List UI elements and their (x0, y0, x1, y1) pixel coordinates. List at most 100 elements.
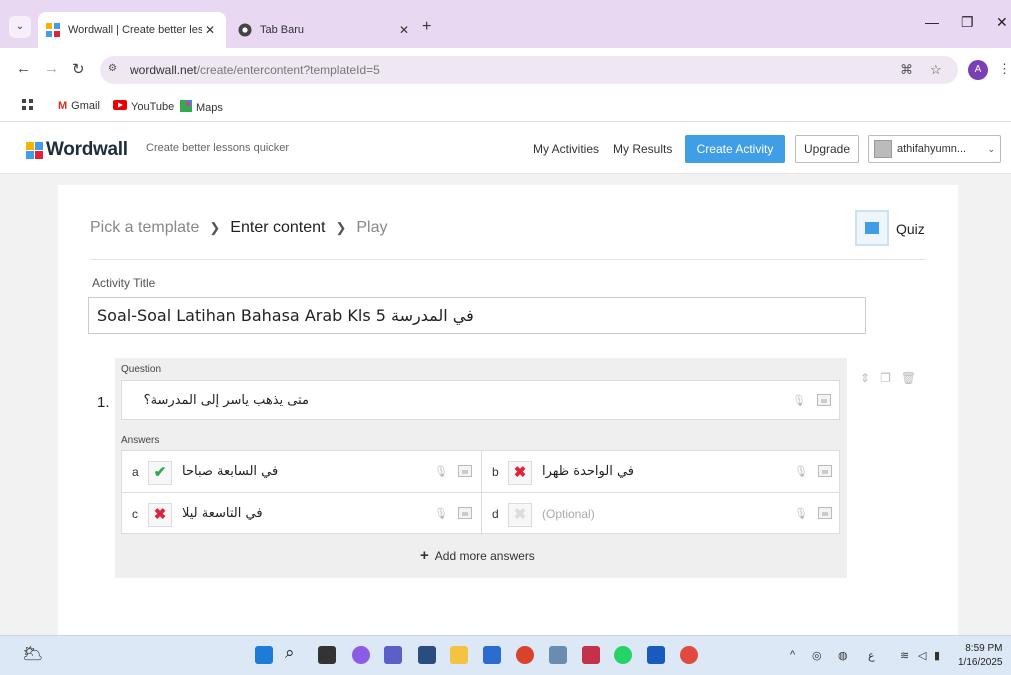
cross-icon[interactable]: ✖ (508, 503, 532, 527)
microphone-icon[interactable]: 🎙 (794, 507, 808, 520)
windows-start-icon[interactable] (255, 646, 273, 664)
wifi-icon[interactable]: ≋ (900, 649, 909, 662)
app-icon[interactable] (549, 646, 567, 664)
cross-icon[interactable]: ✖ (508, 461, 532, 485)
wordwall-logo[interactable]: Wordwall (26, 139, 128, 161)
task-view-icon[interactable] (318, 646, 336, 664)
teams-icon[interactable] (384, 646, 402, 664)
volume-icon[interactable]: ◁ (918, 649, 926, 662)
quiz-template-icon[interactable] (855, 210, 889, 246)
file-explorer-icon[interactable] (450, 646, 468, 664)
minimize-button[interactable]: — (925, 14, 939, 30)
tab-new-tab[interactable]: Tab Baru ✕ (230, 12, 420, 48)
create-activity-button[interactable]: Create Activity (685, 135, 785, 163)
bookmark-youtube[interactable]: YouTube (113, 100, 174, 113)
reorder-icon[interactable]: ⇕ (860, 371, 870, 385)
bookmark-star-icon[interactable]: ☆ (930, 62, 942, 78)
profile-avatar[interactable]: A (968, 60, 988, 80)
answer-text: في السابعة صباحا (182, 464, 279, 479)
wordwall-header: Wordwall Create better lessons quicker M… (0, 122, 1011, 174)
tab-wordwall[interactable]: Wordwall | Create better lessons ✕ (38, 12, 226, 48)
delete-icon[interactable]: 🗑 (901, 371, 916, 385)
chevron-up-icon[interactable]: ^ (790, 649, 795, 661)
microphone-icon[interactable]: 🎙 (792, 394, 806, 407)
tab-title: Wordwall | Create better lessons (68, 24, 202, 36)
restore-button[interactable]: ❐ (961, 14, 974, 31)
translate-icon[interactable]: ⌘ (900, 62, 913, 78)
answer-d[interactable]: d ✖ (Optional) 🎙 (481, 493, 840, 535)
maps-icon (180, 100, 192, 115)
question-label: Question (121, 364, 162, 375)
close-window-button[interactable]: ✕ (996, 14, 1008, 31)
cross-icon[interactable]: ✖ (148, 503, 172, 527)
image-icon[interactable] (818, 465, 832, 477)
add-more-answers-button[interactable]: + Add more answers (420, 547, 535, 564)
answer-a[interactable]: a ✔ في السابعة صباحا 🎙 (122, 451, 481, 493)
back-arrow-icon[interactable]: ← (16, 60, 31, 77)
chrome-favicon-icon (238, 23, 252, 37)
duplicate-icon[interactable]: ❐ (880, 371, 891, 385)
microphone-icon[interactable]: 🎙 (794, 465, 808, 478)
activity-title-input[interactable]: Soal-Soal Latihan Bahasa Arab Kls 5 في ا… (88, 297, 866, 334)
copilot-icon[interactable] (352, 646, 370, 664)
firefox-icon[interactable] (516, 646, 534, 664)
question-tools: ⇕ ❐ 🗑 (860, 371, 916, 385)
tab-close-icon[interactable]: ✕ (202, 23, 218, 37)
search-icon[interactable]: ⌕ (285, 643, 303, 662)
bookmark-gmail[interactable]: M Gmail (58, 100, 100, 112)
microphone-icon[interactable]: 🎙 (434, 507, 448, 520)
check-icon[interactable]: ✔ (148, 461, 172, 485)
chevron-right-icon: ❯ (209, 220, 221, 235)
tab-close-icon[interactable]: ✕ (396, 23, 412, 37)
user-avatar-icon (874, 140, 892, 158)
template-name: Quiz (896, 221, 925, 237)
step-pick-template[interactable]: Pick a template (90, 219, 199, 237)
tab-search-icon[interactable]: ⌄ (9, 16, 31, 38)
forward-arrow-icon[interactable]: → (44, 60, 59, 77)
chevron-down-icon: ⌄ (987, 143, 995, 154)
site-info-icon[interactable]: ⚙ (108, 63, 124, 77)
upgrade-button[interactable]: Upgrade (795, 135, 859, 163)
answer-b[interactable]: b ✖ في الواحدة ظهرا 🎙 (481, 451, 840, 493)
browser-menu-icon[interactable]: ⋮ (998, 61, 1011, 77)
nav-my-results[interactable]: My Results (613, 142, 672, 156)
app-icon[interactable] (582, 646, 600, 664)
battery-icon[interactable]: ▮ (934, 649, 940, 662)
chrome-icon[interactable] (680, 646, 698, 664)
bookmark-maps[interactable]: Maps (180, 100, 223, 115)
wordwall-favicon-icon (46, 23, 60, 37)
answers-label: Answers (121, 435, 160, 446)
weather-icon[interactable]: 🌥 (22, 644, 44, 664)
browser-tab-strip: ⌄ Wordwall | Create better lessons ✕ Tab… (0, 0, 1011, 48)
tab-title: Tab Baru (260, 24, 305, 36)
answer-placeholder: (Optional) (542, 507, 595, 521)
reload-icon[interactable]: ↻ (72, 60, 85, 78)
apps-grid-icon[interactable] (22, 99, 33, 110)
tray-app-icon[interactable]: ◎ (812, 649, 822, 662)
address-bar[interactable]: ⚙ wordwall.net/create/entercontent?templ… (100, 56, 958, 84)
answers-grid: a ✔ في السابعة صباحا 🎙 b ✖ في الواحدة ظه… (121, 450, 840, 535)
answer-c[interactable]: c ✖ في التاسعة ليلا 🎙 (122, 493, 481, 535)
word-icon[interactable] (647, 646, 665, 664)
youtube-icon (113, 100, 127, 113)
gmail-icon: M (58, 100, 68, 112)
microphone-icon[interactable]: 🎙 (434, 465, 448, 478)
question-input[interactable]: متى يذهب ياسر إلى المدرسة؟ 🎙 (121, 380, 840, 420)
step-play[interactable]: Play (356, 219, 387, 237)
language-icon[interactable]: ع (868, 649, 875, 662)
bookmarks-bar: M Gmail YouTube Maps (0, 92, 1011, 122)
image-icon[interactable] (458, 507, 472, 519)
new-tab-button[interactable]: + (422, 18, 431, 36)
image-icon[interactable] (818, 507, 832, 519)
nav-my-activities[interactable]: My Activities (533, 142, 599, 156)
store-icon[interactable] (418, 646, 436, 664)
user-menu[interactable]: athifahyumn... ⌄ (868, 135, 1001, 163)
app-icon[interactable] (483, 646, 501, 664)
image-icon[interactable] (458, 465, 472, 477)
taskbar: 🌥 ⌕ ^ ◎ ◍ ع ≋ ◁ ▮ 8:59 PM 1/16/2025 (0, 635, 1011, 675)
whatsapp-icon[interactable] (614, 646, 632, 664)
clock[interactable]: 8:59 PM 1/16/2025 (958, 642, 1003, 670)
question-number: 1. (97, 394, 110, 411)
tray-app-icon[interactable]: ◍ (838, 649, 848, 662)
image-icon[interactable] (817, 394, 831, 406)
